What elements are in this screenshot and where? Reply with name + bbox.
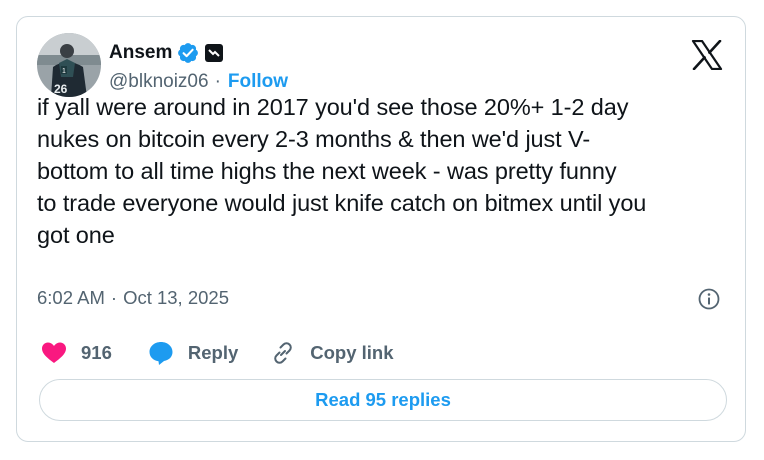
svg-text:1: 1 (62, 68, 66, 75)
x-logo-icon[interactable] (691, 40, 723, 70)
tweet-text-line: if yall were around in 2017 you'd see th… (37, 94, 629, 120)
reply-label: Reply (187, 342, 239, 363)
reply-button[interactable]: Reply (148, 340, 238, 366)
tweet-time: 6:02 AM (37, 287, 105, 308)
affiliate-badge-icon[interactable] (205, 44, 224, 62)
tweet-text-line: got one (37, 222, 115, 248)
reply-bubble-icon (149, 342, 173, 365)
like-button[interactable]: 916 (41, 341, 112, 365)
timestamp[interactable]: 6:02 AM · Oct 13, 2025 (37, 285, 229, 311)
tweet-date: Oct 13, 2025 (123, 287, 229, 308)
link-icon (274, 342, 293, 364)
avatar[interactable]: 1 26 (37, 33, 101, 97)
read-replies-button[interactable]: Read 95 replies (39, 379, 727, 421)
display-name[interactable]: Ansem (109, 41, 172, 65)
author-name-row: Ansem (109, 41, 224, 65)
copy-link-label: Copy link (310, 342, 394, 363)
verified-badge-icon (178, 43, 199, 63)
copy-link-button[interactable]: Copy link (270, 340, 394, 366)
tweet-text-line: to trade everyone would just knife catch… (37, 190, 647, 216)
like-count: 916 (81, 342, 112, 363)
tweet-text-line: nukes on bitcoin every 2-3 months & then… (37, 126, 591, 152)
heart-icon (42, 342, 66, 363)
action-bar: 916 Reply Copy link (41, 339, 394, 367)
tweet-card: 1 26 Ansem @blknoiz06 · Follow if yall w… (16, 16, 746, 442)
tweet-text: if yall were around in 2017 you'd see th… (37, 91, 737, 251)
tweet-text-line: bottom to all time highs the next week -… (37, 158, 617, 184)
info-icon[interactable] (697, 287, 721, 311)
timestamp-separator: · (110, 287, 118, 308)
read-replies-label: Read 95 replies (315, 389, 451, 410)
